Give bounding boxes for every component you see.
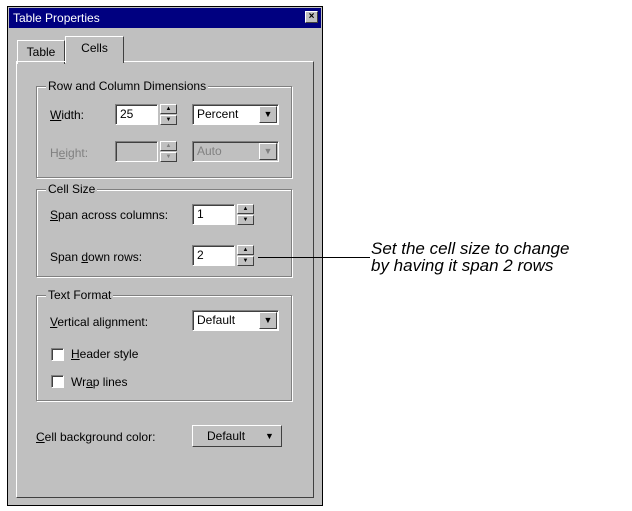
callout-line bbox=[258, 257, 370, 258]
width-label: Width: bbox=[50, 108, 85, 122]
vertical-alignment-label: Vertical alignment: bbox=[50, 315, 149, 329]
header-style-checkbox[interactable] bbox=[51, 348, 64, 361]
height-input[interactable] bbox=[115, 141, 158, 162]
background-color-label: Cell background color: bbox=[36, 430, 156, 444]
span-columns-spinner[interactable]: ▲ ▼ bbox=[237, 204, 254, 225]
up-arrow-icon[interactable]: ▲ bbox=[160, 104, 177, 114]
row-column-legend: Row and Column Dimensions bbox=[46, 79, 209, 93]
vertical-alignment-value: Default bbox=[197, 313, 236, 327]
callout-line-2: by having it span 2 rows bbox=[371, 256, 554, 275]
up-arrow-icon[interactable]: ▲ bbox=[237, 204, 254, 214]
background-color-value: Default bbox=[207, 429, 246, 443]
down-arrow-icon[interactable]: ▼ bbox=[160, 152, 177, 162]
dropdown-arrow-icon: ▼ bbox=[265, 431, 274, 441]
dropdown-arrow-icon[interactable]: ▼ bbox=[259, 106, 277, 123]
cell-size-legend: Cell Size bbox=[46, 182, 98, 196]
span-columns-input[interactable]: 1 bbox=[192, 204, 235, 225]
up-arrow-icon[interactable]: ▲ bbox=[237, 245, 254, 255]
dropdown-arrow-icon[interactable]: ▼ bbox=[259, 143, 277, 160]
down-arrow-icon[interactable]: ▼ bbox=[160, 115, 177, 125]
width-unit-value: Percent bbox=[197, 107, 239, 121]
down-arrow-icon[interactable]: ▼ bbox=[237, 256, 254, 266]
width-spinner[interactable]: ▲ ▼ bbox=[160, 104, 177, 125]
callout-line-1: Set the cell size to change bbox=[371, 239, 570, 258]
height-label: Height: bbox=[50, 146, 89, 160]
header-style-label: Header style bbox=[71, 347, 139, 361]
span-columns-label: Span across columns: bbox=[50, 208, 169, 222]
span-rows-input[interactable]: 2 bbox=[192, 245, 235, 266]
callout-annotation: Set the cell size to change by having it… bbox=[371, 240, 630, 274]
title-bar: Table Properties bbox=[9, 8, 321, 28]
tab-table-label: Table bbox=[26, 45, 56, 59]
width-input[interactable]: 25 bbox=[115, 104, 158, 125]
span-rows-spinner[interactable]: ▲ ▼ bbox=[237, 245, 254, 266]
height-spinner[interactable]: ▲ ▼ bbox=[160, 141, 177, 162]
up-arrow-icon[interactable]: ▲ bbox=[160, 141, 177, 151]
wrap-lines-label: Wrap lines bbox=[71, 375, 128, 389]
dropdown-arrow-icon[interactable]: ▼ bbox=[259, 312, 277, 329]
wrap-lines-checkbox[interactable] bbox=[51, 375, 64, 388]
close-button[interactable]: × bbox=[305, 11, 318, 23]
tab-cells[interactable]: Cells bbox=[65, 36, 124, 63]
down-arrow-icon[interactable]: ▼ bbox=[237, 215, 254, 225]
close-icon: × bbox=[308, 11, 315, 22]
text-format-legend: Text Format bbox=[46, 288, 114, 302]
window-title: Table Properties bbox=[13, 11, 100, 25]
tab-cells-label: Cells bbox=[81, 41, 108, 55]
span-rows-label: Span down rows: bbox=[50, 250, 143, 264]
height-unit-value: Auto bbox=[197, 144, 222, 158]
row-column-group bbox=[36, 86, 292, 178]
background-color-button[interactable]: Default ▼ bbox=[192, 425, 282, 447]
